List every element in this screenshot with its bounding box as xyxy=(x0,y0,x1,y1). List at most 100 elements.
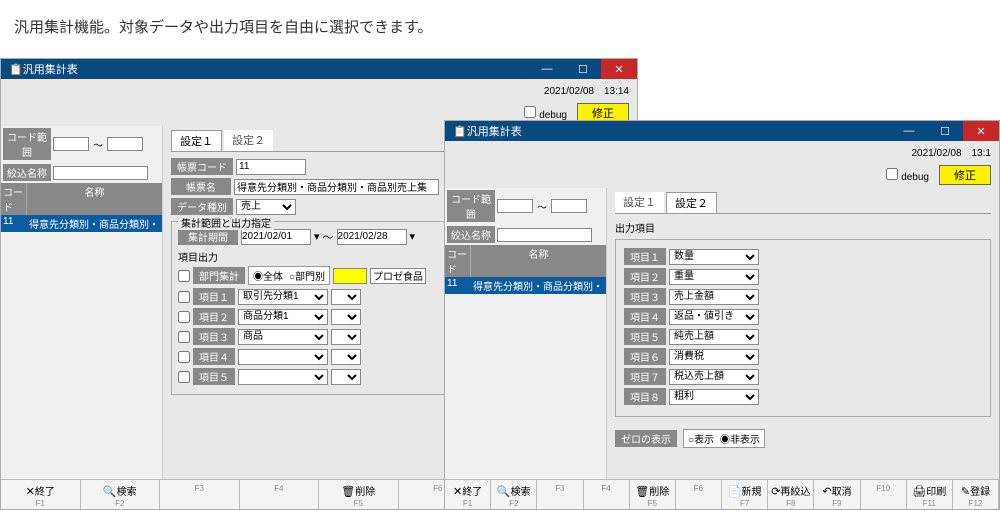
out-item-select[interactable]: 税込売上額 xyxy=(669,369,759,385)
report-name-label: 帳票名 xyxy=(171,178,231,195)
item-sub-select[interactable] xyxy=(331,349,361,365)
toolbar-button[interactable]: F10 xyxy=(861,480,907,509)
item-select[interactable] xyxy=(238,349,328,365)
range-legend: 集計範囲と出力指定 xyxy=(178,215,274,230)
out-item-select[interactable]: 重量 xyxy=(669,269,759,285)
item-check[interactable] xyxy=(178,351,190,363)
window-icon: 📋 xyxy=(453,125,467,138)
debug-check[interactable]: debug xyxy=(886,168,929,183)
item-select[interactable]: 商品分類1 xyxy=(238,309,328,325)
item-sub-select[interactable] xyxy=(331,369,361,385)
name-filter-label: 絞込名称 xyxy=(447,226,495,243)
code-range-label: コード範囲 xyxy=(447,190,495,222)
zero-display-radio[interactable]: ○表示 ◉非表示 xyxy=(683,429,765,448)
dept-check[interactable] xyxy=(178,270,190,282)
output-items-group: 項目１ 数量項目２ 重量項目３ 売上金額項目４ 返品・値引き項目５ 純売上額項目… xyxy=(615,239,991,417)
out-item-select[interactable]: 純売上額 xyxy=(669,329,759,345)
toolbar-button[interactable]: ✎登録F12 xyxy=(953,480,999,509)
item-sub-select[interactable] xyxy=(331,289,361,305)
toolbar-button[interactable]: 🗑削除F5 xyxy=(319,480,399,509)
maximize-button[interactable]: ☐ xyxy=(927,121,963,141)
data-type-select[interactable]: 売上 xyxy=(236,199,296,215)
list-header: コード 名称 xyxy=(1,183,162,215)
tabs: 設定１ 設定２ xyxy=(615,192,991,214)
toolbar-button[interactable]: 📄新規F7 xyxy=(722,480,768,509)
item-sub-select[interactable] xyxy=(331,329,361,345)
code-from-input[interactable] xyxy=(53,137,89,151)
out-item-select[interactable]: 粗利 xyxy=(669,389,759,405)
dept-radio-group[interactable]: ◉全体 ○部門別 xyxy=(248,266,330,285)
toolbar-button[interactable]: 🗑削除F5 xyxy=(630,480,676,509)
item-select[interactable]: 取引先分類1 xyxy=(238,289,328,305)
toolbar-icon: ✕ xyxy=(453,486,462,498)
item-check[interactable] xyxy=(178,311,190,323)
name-filter-input[interactable] xyxy=(497,228,592,242)
toolbar-button[interactable]: F3 xyxy=(160,480,240,509)
toolbar-button[interactable]: ↶取消F9 xyxy=(814,480,860,509)
out-item-select[interactable]: 消費税 xyxy=(669,349,759,365)
list-row[interactable]: 11 得意先分類別・商品分類別・ xyxy=(1,215,162,232)
tab-settings-1[interactable]: 設定１ xyxy=(171,130,222,151)
datetime: 2021/02/08 13:1 xyxy=(911,144,991,159)
dept-name-input[interactable] xyxy=(370,268,426,284)
out-item-select[interactable]: 売上金額 xyxy=(669,289,759,305)
toolbar-icon: 🗑 xyxy=(341,486,355,498)
code-to-input[interactable] xyxy=(107,137,143,151)
toolbar-icon: 🖨 xyxy=(912,486,926,498)
item-check[interactable] xyxy=(178,331,190,343)
top-info-row: 2021/02/08 13:1 xyxy=(445,141,999,162)
toolbar-button[interactable]: F4 xyxy=(240,480,320,509)
toolbar-button[interactable]: F4 xyxy=(584,480,630,509)
out-item-label: 項目７ xyxy=(624,368,666,385)
bottom-bar: ✕終了F1🔍検索F2F3F4🗑削除F5F6📄新規F7⟳再絞込F8↶取消F9F10… xyxy=(445,479,999,509)
dept-code-input[interactable] xyxy=(333,268,367,284)
window-title: 汎用集計表 xyxy=(467,123,891,139)
top-toolbar: debug 修正 xyxy=(445,162,999,188)
toolbar-button[interactable]: 🖨印刷F11 xyxy=(907,480,953,509)
list-row[interactable]: 11 得意先分類別・商品分類別・ xyxy=(445,277,606,294)
period-from-input[interactable] xyxy=(241,229,311,245)
window-2: 📋 汎用集計表 — ☐ ✕ 2021/02/08 13:1 debug 修正 コ… xyxy=(444,120,1000,510)
modify-button[interactable]: 修正 xyxy=(939,165,991,185)
code-from-input[interactable] xyxy=(497,199,533,213)
code-to-input[interactable] xyxy=(551,199,587,213)
date-dropdown-icon[interactable]: ▾ xyxy=(314,230,320,243)
code-range-label: コード範囲 xyxy=(3,128,51,160)
out-item-select[interactable]: 数量 xyxy=(669,249,759,265)
name-filter-input[interactable] xyxy=(53,166,148,180)
report-code-label: 帳票コード xyxy=(171,158,233,175)
window-title: 汎用集計表 xyxy=(23,61,529,77)
debug-check[interactable]: debug xyxy=(524,106,567,121)
toolbar-button[interactable]: F6 xyxy=(676,480,722,509)
date-dropdown-icon[interactable]: ▾ xyxy=(410,230,416,243)
toolbar-button[interactable]: ⟳再絞込F8 xyxy=(768,480,814,509)
close-button[interactable]: ✕ xyxy=(601,59,637,79)
titlebar[interactable]: 📋 汎用集計表 — ☐ ✕ xyxy=(445,121,999,141)
period-to-input[interactable] xyxy=(337,229,407,245)
dept-agg-label: 部門集計 xyxy=(193,267,245,284)
item-select[interactable] xyxy=(238,369,328,385)
toolbar-button[interactable]: F3 xyxy=(537,480,583,509)
minimize-button[interactable]: — xyxy=(529,59,565,79)
maximize-button[interactable]: ☐ xyxy=(565,59,601,79)
item-check[interactable] xyxy=(178,371,190,383)
data-type-label: データ種別 xyxy=(171,198,233,215)
tab-settings-1[interactable]: 設定１ xyxy=(615,192,664,213)
item-sub-select[interactable] xyxy=(331,309,361,325)
tab-settings-2[interactable]: 設定２ xyxy=(666,192,717,213)
toolbar-button[interactable]: 🔍検索F2 xyxy=(81,480,161,509)
close-button[interactable]: ✕ xyxy=(963,121,999,141)
toolbar-icon: 🗑 xyxy=(635,486,649,498)
out-item-select[interactable]: 返品・値引き xyxy=(669,309,759,325)
toolbar-button[interactable]: 🔍検索F2 xyxy=(491,480,537,509)
minimize-button[interactable]: — xyxy=(891,121,927,141)
report-code-input[interactable] xyxy=(236,159,306,175)
titlebar[interactable]: 📋 汎用集計表 — ☐ ✕ xyxy=(1,59,637,79)
toolbar-button[interactable]: ✕終了F1 xyxy=(1,480,81,509)
toolbar-icon: 🔍 xyxy=(103,486,117,498)
report-name-input[interactable] xyxy=(234,179,439,195)
item-select[interactable]: 商品 xyxy=(238,329,328,345)
item-check[interactable] xyxy=(178,291,190,303)
tab-settings-2[interactable]: 設定２ xyxy=(224,130,273,151)
toolbar-button[interactable]: ✕終了F1 xyxy=(445,480,491,509)
